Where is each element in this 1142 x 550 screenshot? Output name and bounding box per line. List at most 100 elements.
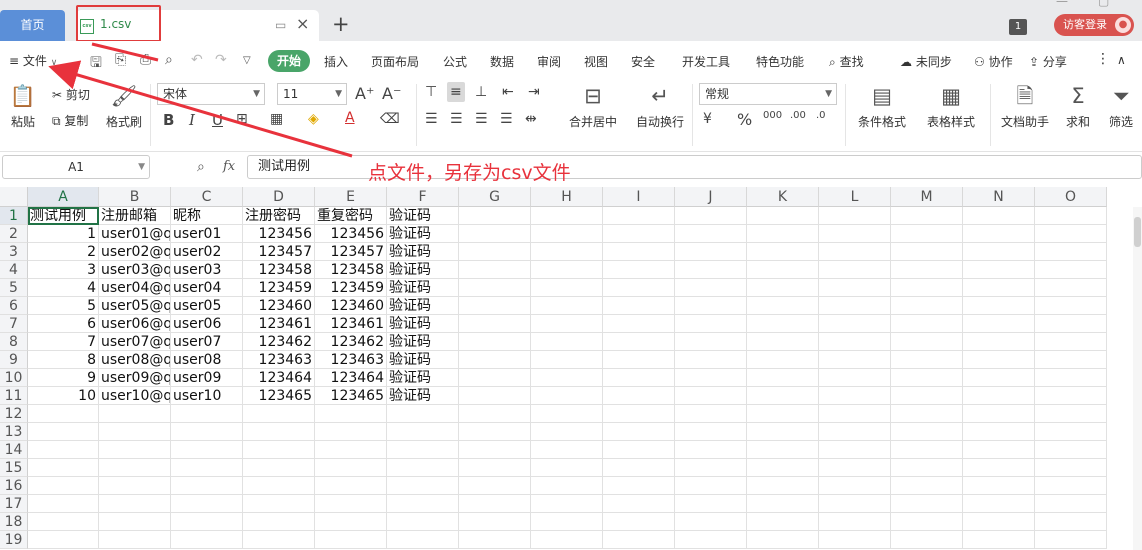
cell-b8[interactable]: user07@qq [99, 333, 171, 351]
cell-b10[interactable]: user09@qq [99, 369, 171, 387]
cell-a4[interactable]: 3 [28, 261, 99, 279]
window-count-badge[interactable]: 1 [1009, 19, 1027, 35]
copy-button[interactable]: ⧉ 复制 [52, 112, 88, 129]
cell-j1[interactable] [675, 207, 747, 225]
cell-b15[interactable] [99, 459, 171, 477]
cell-g8[interactable] [459, 333, 531, 351]
cell-d6[interactable]: 123460 [243, 297, 315, 315]
cell-c2[interactable]: user01 [171, 225, 243, 243]
cell-d2[interactable]: 123456 [243, 225, 315, 243]
cell-k15[interactable] [747, 459, 819, 477]
cell-h15[interactable] [531, 459, 603, 477]
cell-c18[interactable] [171, 513, 243, 531]
collapse-ribbon-icon[interactable]: ∧ [1117, 53, 1126, 67]
cell-d10[interactable]: 123464 [243, 369, 315, 387]
cell-k8[interactable] [747, 333, 819, 351]
cell-h8[interactable] [531, 333, 603, 351]
cell-k9[interactable] [747, 351, 819, 369]
cell-a3[interactable]: 2 [28, 243, 99, 261]
cell-i3[interactable] [603, 243, 675, 261]
cell-k13[interactable] [747, 423, 819, 441]
cell-f2[interactable]: 验证码 [387, 225, 459, 243]
cell-a17[interactable] [28, 495, 99, 513]
cell-l8[interactable] [819, 333, 891, 351]
cell-g15[interactable] [459, 459, 531, 477]
cell-c12[interactable] [171, 405, 243, 423]
cell-b11[interactable]: user10@qq [99, 387, 171, 405]
cell-o13[interactable] [1035, 423, 1107, 441]
cell-m16[interactable] [891, 477, 963, 495]
cell-j19[interactable] [675, 531, 747, 549]
bold-button[interactable]: B [163, 111, 174, 129]
row-header-4[interactable]: 4 [0, 261, 28, 279]
cut-button[interactable]: ✂ 剪切 [52, 86, 90, 103]
cell-l16[interactable] [819, 477, 891, 495]
cell-c9[interactable]: user08 [171, 351, 243, 369]
cell-c11[interactable]: user10 [171, 387, 243, 405]
cell-o3[interactable] [1035, 243, 1107, 261]
column-header-h[interactable]: H [531, 187, 603, 207]
cell-n6[interactable] [963, 297, 1035, 315]
cell-l19[interactable] [819, 531, 891, 549]
cell-e10[interactable]: 123464 [315, 369, 387, 387]
font-size-select[interactable]: 11 ▼ [277, 83, 347, 105]
cell-o2[interactable] [1035, 225, 1107, 243]
tab-security[interactable]: 安全 [631, 53, 655, 70]
cell-i13[interactable] [603, 423, 675, 441]
cell-e4[interactable]: 123458 [315, 261, 387, 279]
home-tab[interactable]: 首页 [0, 10, 65, 41]
borders-icon[interactable]: ⊞ [236, 111, 248, 127]
cell-c7[interactable]: user06 [171, 315, 243, 333]
cell-d16[interactable] [243, 477, 315, 495]
cell-h6[interactable] [531, 297, 603, 315]
cell-j10[interactable] [675, 369, 747, 387]
maximize-icon[interactable]: ▢ [1098, 0, 1109, 8]
cell-e14[interactable] [315, 441, 387, 459]
cell-k16[interactable] [747, 477, 819, 495]
cell-k19[interactable] [747, 531, 819, 549]
cell-e13[interactable] [315, 423, 387, 441]
cell-k14[interactable] [747, 441, 819, 459]
cell-o15[interactable] [1035, 459, 1107, 477]
cell-b2[interactable]: user01@qq [99, 225, 171, 243]
cell-d11[interactable]: 123465 [243, 387, 315, 405]
column-header-n[interactable]: N [963, 187, 1035, 207]
cell-m7[interactable] [891, 315, 963, 333]
column-header-m[interactable]: M [891, 187, 963, 207]
cell-f13[interactable] [387, 423, 459, 441]
cell-n5[interactable] [963, 279, 1035, 297]
tab-page-layout[interactable]: 页面布局 [371, 53, 419, 70]
eraser-icon[interactable]: ⌫ [380, 111, 400, 127]
cell-d1[interactable]: 注册密码 [243, 207, 315, 225]
decrease-decimal-icon[interactable]: .0 [816, 110, 826, 121]
cell-a5[interactable]: 4 [28, 279, 99, 297]
number-format-select[interactable]: 常规 ▼ [699, 83, 837, 105]
print-preview-icon[interactable]: ⌕ [165, 52, 173, 68]
tab-data[interactable]: 数据 [490, 53, 514, 70]
cell-h2[interactable] [531, 225, 603, 243]
collaborate-button[interactable]: ⚇ 协作 [974, 53, 1013, 70]
cell-n11[interactable] [963, 387, 1035, 405]
cell-g11[interactable] [459, 387, 531, 405]
cell-g10[interactable] [459, 369, 531, 387]
cell-m8[interactable] [891, 333, 963, 351]
cell-n13[interactable] [963, 423, 1035, 441]
zoom-formula-icon[interactable]: ⌕ [197, 159, 205, 175]
cell-h17[interactable] [531, 495, 603, 513]
cell-e15[interactable] [315, 459, 387, 477]
cell-i9[interactable] [603, 351, 675, 369]
cell-a7[interactable]: 6 [28, 315, 99, 333]
cell-h1[interactable] [531, 207, 603, 225]
cell-d14[interactable] [243, 441, 315, 459]
cell-f5[interactable]: 验证码 [387, 279, 459, 297]
tab-insert[interactable]: 插入 [324, 53, 348, 70]
cell-o4[interactable] [1035, 261, 1107, 279]
paste-button[interactable]: 📋 粘贴 [4, 84, 42, 130]
row-header-9[interactable]: 9 [0, 351, 28, 369]
cell-m15[interactable] [891, 459, 963, 477]
cell-j15[interactable] [675, 459, 747, 477]
cell-e16[interactable] [315, 477, 387, 495]
undo-icon[interactable]: ↶ [191, 52, 203, 68]
column-header-o[interactable]: O [1035, 187, 1107, 207]
vertical-scrollbar[interactable] [1133, 207, 1142, 550]
